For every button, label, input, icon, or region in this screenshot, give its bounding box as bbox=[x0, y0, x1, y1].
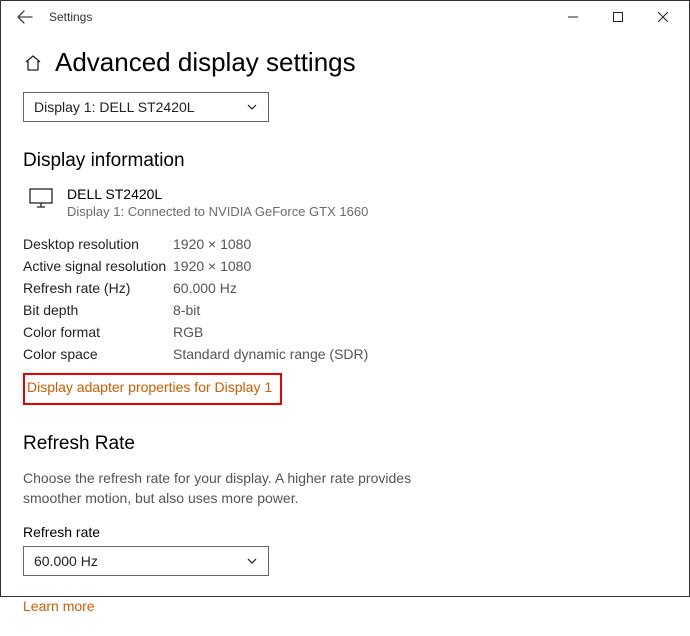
learn-more-link[interactable]: Learn more bbox=[23, 598, 95, 614]
table-row: Active signal resolution 1920 × 1080 bbox=[23, 255, 667, 277]
page-content: Advanced display settings Display 1: DEL… bbox=[1, 47, 689, 636]
display-information-heading: Display information bbox=[23, 150, 667, 172]
monitor-description: Display 1: Connected to NVIDIA GeForce G… bbox=[67, 204, 368, 219]
monitor-name: DELL ST2420L bbox=[67, 186, 368, 202]
chevron-down-icon bbox=[246, 101, 258, 113]
display-selector-dropdown[interactable]: Display 1: DELL ST2420L bbox=[23, 92, 269, 122]
refresh-rate-description: Choose the refresh rate for your display… bbox=[23, 469, 423, 508]
monitor-icon bbox=[29, 188, 53, 208]
table-row: Bit depth 8-bit bbox=[23, 299, 667, 321]
table-row: Color space Standard dynamic range (SDR) bbox=[23, 343, 667, 365]
close-button[interactable] bbox=[640, 1, 685, 33]
table-row: Desktop resolution 1920 × 1080 bbox=[23, 233, 667, 255]
table-row: Refresh rate (Hz) 60.000 Hz bbox=[23, 277, 667, 299]
info-label: Bit depth bbox=[23, 302, 173, 318]
refresh-rate-heading: Refresh Rate bbox=[23, 433, 667, 455]
home-icon[interactable] bbox=[23, 53, 43, 73]
minimize-icon bbox=[568, 12, 578, 22]
info-value: 1920 × 1080 bbox=[173, 236, 251, 252]
adapter-properties-link[interactable]: Display adapter properties for Display 1 bbox=[27, 379, 272, 395]
display-selector-value: Display 1: DELL ST2420L bbox=[34, 99, 195, 115]
arrow-left-icon bbox=[17, 9, 33, 25]
monitor-summary: DELL ST2420L Display 1: Connected to NVI… bbox=[23, 186, 667, 219]
refresh-rate-dropdown[interactable]: 60.000 Hz bbox=[23, 546, 269, 576]
info-value: 60.000 Hz bbox=[173, 280, 237, 296]
info-label: Color space bbox=[23, 346, 173, 362]
info-value: 1920 × 1080 bbox=[173, 258, 251, 274]
maximize-button[interactable] bbox=[595, 1, 640, 33]
window-title: Settings bbox=[49, 10, 92, 24]
chevron-down-icon bbox=[246, 555, 258, 567]
display-info-table: Desktop resolution 1920 × 1080 Active si… bbox=[23, 233, 667, 365]
monitor-text: DELL ST2420L Display 1: Connected to NVI… bbox=[67, 186, 368, 219]
refresh-rate-label: Refresh rate bbox=[23, 524, 667, 540]
table-row: Color format RGB bbox=[23, 321, 667, 343]
highlight-annotation: Display adapter properties for Display 1 bbox=[23, 373, 282, 405]
info-label: Active signal resolution bbox=[23, 258, 173, 274]
info-value: 8-bit bbox=[173, 302, 200, 318]
title-bar: Settings bbox=[1, 1, 689, 33]
info-value: RGB bbox=[173, 324, 203, 340]
page-title: Advanced display settings bbox=[55, 47, 356, 78]
window-controls bbox=[550, 1, 685, 33]
info-value: Standard dynamic range (SDR) bbox=[173, 346, 368, 362]
info-label: Color format bbox=[23, 324, 173, 340]
maximize-icon bbox=[613, 12, 623, 22]
refresh-rate-value: 60.000 Hz bbox=[34, 553, 98, 569]
info-label: Refresh rate (Hz) bbox=[23, 280, 173, 296]
page-header: Advanced display settings bbox=[23, 47, 667, 78]
back-button[interactable] bbox=[5, 1, 45, 33]
info-label: Desktop resolution bbox=[23, 236, 173, 252]
close-icon bbox=[658, 12, 668, 22]
minimize-button[interactable] bbox=[550, 1, 595, 33]
